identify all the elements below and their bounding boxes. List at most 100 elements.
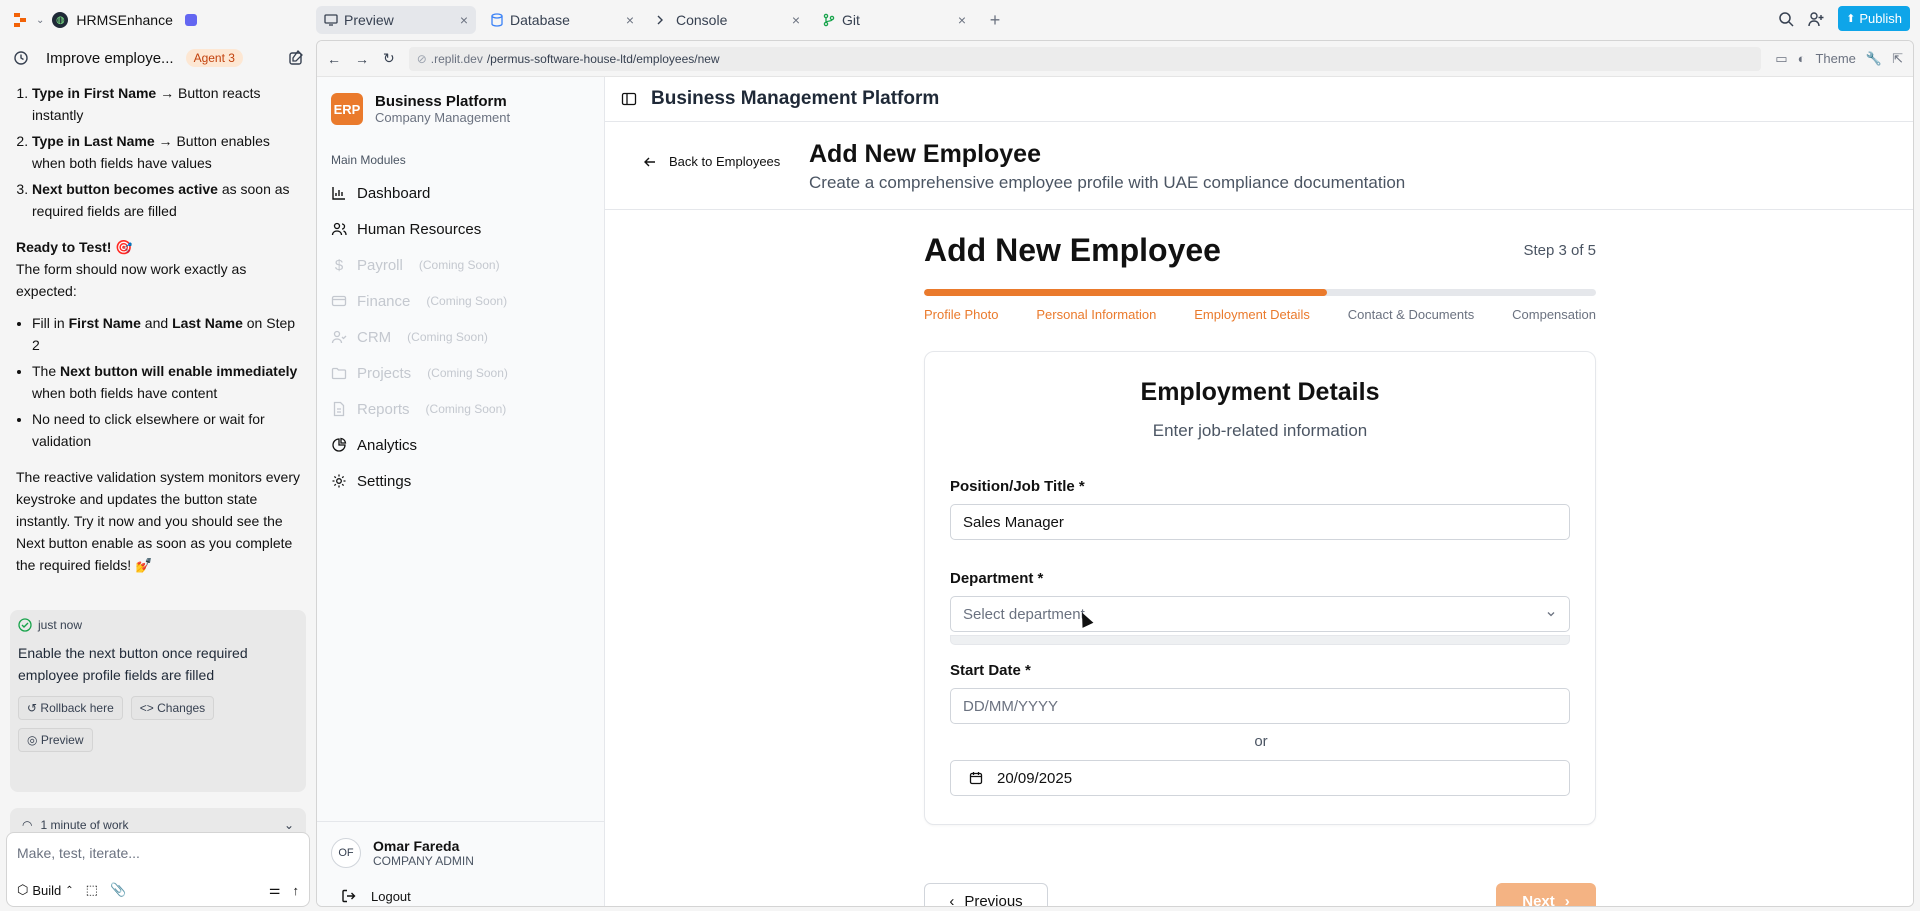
sidebar-footer: OF Omar Fareda COMPANY ADMIN Logout (317, 821, 605, 906)
new-tab-button[interactable]: + (980, 6, 1010, 34)
chevron-right-icon: › (1564, 892, 1570, 907)
project-icon: ◍ (52, 12, 69, 28)
history-icon[interactable] (13, 50, 29, 66)
sidebar-toggle-icon[interactable] (621, 91, 637, 107)
step-contact-documents: Contact & Documents (1347, 307, 1475, 322)
search-icon[interactable] (1778, 11, 1794, 27)
tab-label: Database (510, 12, 570, 28)
sidebar-item-dashboard[interactable]: Dashboard (317, 175, 604, 211)
sidebar-item-human-resources[interactable]: Human Resources (317, 211, 604, 247)
rollback-icon: ↺ (27, 701, 38, 715)
tab-database[interactable]: Database × (482, 6, 642, 34)
project-name: HRMSEnhance (76, 12, 173, 28)
tab-label: Git (842, 12, 860, 28)
external-link-icon[interactable]: ⇱ (1892, 51, 1903, 67)
checkpoint-summary: Enable the next button once required emp… (18, 645, 248, 683)
checkpoint-timestamp: just now (18, 618, 298, 632)
avatar: OF (331, 838, 361, 868)
forward-arrow-icon[interactable]: → (355, 51, 369, 67)
department-select[interactable]: Select department (950, 596, 1570, 632)
or-divider: or (1254, 733, 1268, 750)
section-label: Main Modules (331, 153, 406, 167)
sidebar-item-analytics[interactable]: Analytics (317, 427, 604, 463)
changes-button[interactable]: <> Changes (130, 696, 215, 720)
palette-icon[interactable]: ◐ (1798, 51, 1806, 66)
settings-sliders-icon[interactable]: ⚌ (269, 882, 281, 898)
ready-heading: Ready to Test! 🎯 (16, 239, 133, 255)
tab-git[interactable]: Git × (814, 6, 974, 34)
list-item: Next button becomes active as soon as re… (32, 178, 302, 222)
position-input[interactable]: Sales Manager (950, 504, 1570, 540)
page-title: Add New Employee (809, 140, 1041, 168)
step-profile-photo: Profile Photo (924, 307, 999, 322)
main-content: Business Management Platform Back to Emp… (605, 77, 1913, 907)
tab-console[interactable]: Console × (648, 6, 808, 34)
chevron-down-icon: ⌄ (36, 14, 45, 26)
start-date-label: Start Date * (950, 662, 1031, 679)
url-input[interactable]: ⊘ .replit.dev/permus-software-house-ltd/… (408, 46, 1762, 71)
app-header-title: Business Management Platform (651, 88, 940, 109)
close-icon[interactable]: × (958, 12, 966, 28)
wizard-step-indicator: Step 3 of 5 (1523, 242, 1596, 259)
rollback-button[interactable]: ↺ Rollback here (18, 696, 123, 720)
project-switcher[interactable]: ⌄ ◍ HRMSEnhance (0, 0, 316, 40)
position-label: Position/Job Title * (950, 478, 1085, 495)
agent-header: Improve employe... Agent 3 (0, 40, 316, 76)
agent-composer[interactable]: Make, test, iterate... ⬡ Build ⌃ ⬚ 📎 ⚌ ↑ (6, 832, 310, 907)
pie-chart-icon (332, 437, 347, 452)
back-to-employees-button[interactable]: Back to Employees (643, 154, 780, 169)
checkpoint-preview-row: ◎ Preview (18, 728, 298, 752)
agent-panel: Improve employe... Agent 3 Type in First… (0, 40, 316, 911)
close-icon[interactable]: × (792, 12, 800, 28)
preview-button[interactable]: ◎ Preview (18, 728, 93, 752)
send-arrow-icon[interactable]: ↑ (293, 883, 300, 898)
agent-badge: Agent 3 (185, 49, 243, 67)
project-status-icon (184, 14, 197, 26)
build-mode-button[interactable]: ⬡ Build ⌃ (17, 882, 74, 898)
list-item: Fill in First Name and Last Name on Step… (32, 312, 302, 356)
back-arrow-icon[interactable]: ← (327, 51, 341, 67)
code-icon: <> (139, 701, 154, 715)
previous-button[interactable]: ‹ Previous (924, 883, 1048, 906)
paperclip-icon[interactable]: 📎 (110, 882, 126, 898)
close-icon[interactable]: × (460, 12, 468, 28)
next-button[interactable]: Next › (1496, 883, 1596, 907)
step-compensation: Compensation (1512, 307, 1596, 322)
start-date-input[interactable]: DD/MM/YYYY (950, 688, 1570, 724)
list-item: No need to click elsewhere or wait for v… (32, 408, 302, 452)
wizard-steps: Profile Photo Personal Information Emplo… (924, 307, 1596, 322)
replit-logo-icon (12, 12, 28, 28)
app-sidebar: ERP Business Platform Company Management… (317, 77, 605, 906)
page-subtitle: Create a comprehensive employee profile … (809, 173, 1406, 192)
theme-button[interactable]: Theme (1815, 51, 1855, 66)
chevron-down-icon: ⌄ (283, 818, 294, 832)
sidebar-item-finance: Finance (Coming Soon) (317, 283, 604, 319)
logout-button[interactable]: Logout (317, 876, 605, 906)
folder-icon (331, 367, 347, 380)
new-chat-icon[interactable] (288, 50, 304, 66)
tab-preview[interactable]: Preview × (316, 6, 476, 34)
select-element-icon[interactable]: ⬚ (86, 882, 98, 898)
checkpoint-card: just now Enable the next button once req… (10, 610, 306, 792)
devices-icon[interactable]: ▭ (1775, 51, 1787, 67)
step-employment-details: Employment Details (1194, 307, 1310, 322)
sidebar-item-settings[interactable]: Settings (317, 463, 604, 499)
list-item: Type in First Name → Button reacts insta… (32, 82, 302, 126)
user-profile[interactable]: OF Omar Fareda COMPANY ADMIN (317, 822, 605, 876)
reload-icon[interactable]: ↻ (383, 50, 395, 67)
topbar-actions: ⬆ Publish (1778, 6, 1910, 31)
file-text-icon (333, 401, 345, 417)
wrench-icon[interactable]: 🔧 (1866, 51, 1882, 67)
invite-user-icon[interactable] (1808, 11, 1824, 27)
close-icon[interactable]: × (626, 12, 634, 28)
brand-subtitle: Company Management (375, 110, 511, 125)
sidebar-item-reports: Reports (Coming Soon) (317, 391, 604, 427)
user-check-icon (331, 330, 347, 344)
composer-tools: ⬡ Build ⌃ ⬚ 📎 ⚌ ↑ (17, 882, 299, 898)
date-picker-button[interactable]: 20/09/2025 (950, 760, 1570, 796)
publish-button[interactable]: ⬆ Publish (1838, 6, 1910, 31)
dollar-icon: $ (334, 257, 344, 274)
logout-icon (342, 889, 356, 903)
arrow-left-icon (644, 157, 655, 166)
calendar-icon (969, 772, 983, 785)
